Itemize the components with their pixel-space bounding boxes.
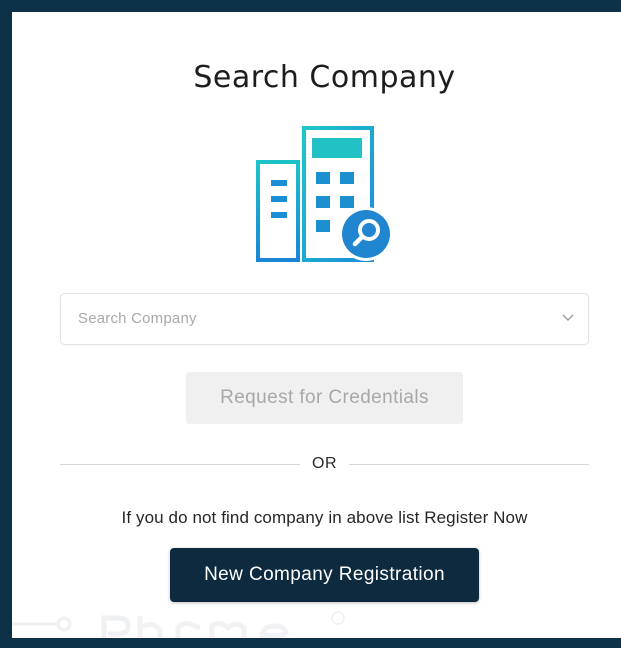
request-credentials-button[interactable]: Request for Credentials — [186, 372, 463, 424]
search-company-modal: Search Company Search Company Request fo… — [12, 12, 621, 638]
search-company-placeholder: Search Company — [78, 310, 197, 327]
watermark-logo — [12, 611, 345, 638]
divider-line-right — [349, 464, 589, 465]
register-hint-text: If you do not find company in above list… — [121, 508, 528, 527]
modal-title: Search Company — [193, 60, 456, 95]
new-company-registration-button[interactable]: New Company Registration — [170, 548, 479, 602]
search-company-select[interactable]: Search Company — [60, 293, 589, 345]
chevron-down-icon — [562, 314, 574, 321]
building-search-icon — [256, 126, 393, 262]
or-divider: OR — [60, 452, 589, 476]
